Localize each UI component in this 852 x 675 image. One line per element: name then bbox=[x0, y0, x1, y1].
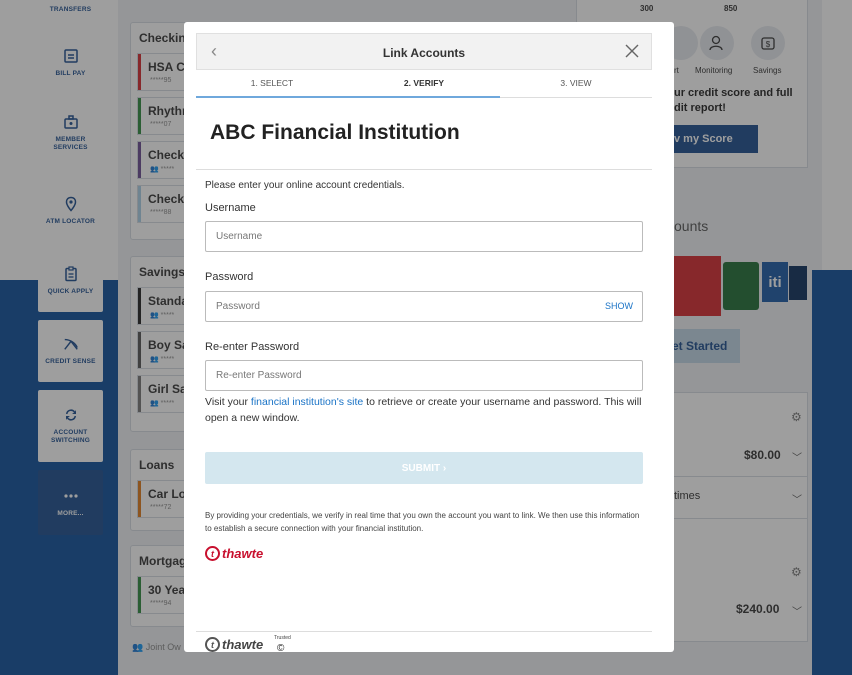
password-input[interactable] bbox=[205, 291, 643, 322]
modal-header: ‹ Link Accounts bbox=[196, 33, 652, 70]
institution-name: ABC Financial Institution bbox=[210, 121, 460, 144]
submit-button[interactable]: SUBMIT › bbox=[205, 452, 643, 484]
step-verify: 2. VERIFY bbox=[403, 78, 445, 88]
link-accounts-modal: ‹ Link Accounts 1. SELECT 2. VERIFY 3. V… bbox=[184, 22, 674, 652]
reenter-password-label: Re-enter Password bbox=[205, 341, 300, 353]
chevron-right-icon: › bbox=[442, 462, 447, 474]
trusted-seal-text: Trusted bbox=[274, 635, 291, 641]
close-icon[interactable] bbox=[623, 42, 641, 60]
step-view: 3. VIEW bbox=[560, 78, 592, 88]
thawte-icon: t bbox=[205, 546, 220, 561]
divider bbox=[196, 631, 652, 632]
reenter-password-input[interactable] bbox=[205, 360, 643, 391]
credentials-prompt: Please enter your online account credent… bbox=[205, 180, 405, 191]
step-track-line bbox=[500, 97, 652, 98]
visit-instructions: Visit your financial institution's site … bbox=[205, 394, 645, 426]
institution-site-link[interactable]: financial institution's site bbox=[251, 396, 363, 408]
thawte-icon: t bbox=[205, 637, 220, 652]
thawte-logo: t thawte bbox=[205, 546, 263, 561]
password-label: Password bbox=[205, 271, 254, 283]
show-password-button[interactable]: SHOW bbox=[605, 301, 633, 311]
thawte-wordmark: thawte bbox=[222, 637, 264, 652]
username-label: Username bbox=[205, 202, 256, 214]
step-indicator: 1. SELECT 2. VERIFY 3. VIEW bbox=[196, 74, 652, 98]
step-select: 1. SELECT bbox=[250, 78, 294, 88]
thawte-trusted-seal: t thawte bbox=[205, 637, 263, 652]
disclaimer-text: By providing your credentials, we verify… bbox=[205, 511, 640, 533]
step-progress-line bbox=[196, 96, 500, 98]
mouse-cursor: © bbox=[277, 643, 285, 652]
divider bbox=[196, 169, 652, 170]
thawte-wordmark: thawte bbox=[222, 546, 264, 561]
visit-prefix: Visit your bbox=[205, 396, 251, 408]
username-input[interactable] bbox=[205, 221, 643, 252]
submit-label: SUBMIT bbox=[401, 462, 441, 474]
modal-title: Link Accounts bbox=[382, 46, 466, 60]
